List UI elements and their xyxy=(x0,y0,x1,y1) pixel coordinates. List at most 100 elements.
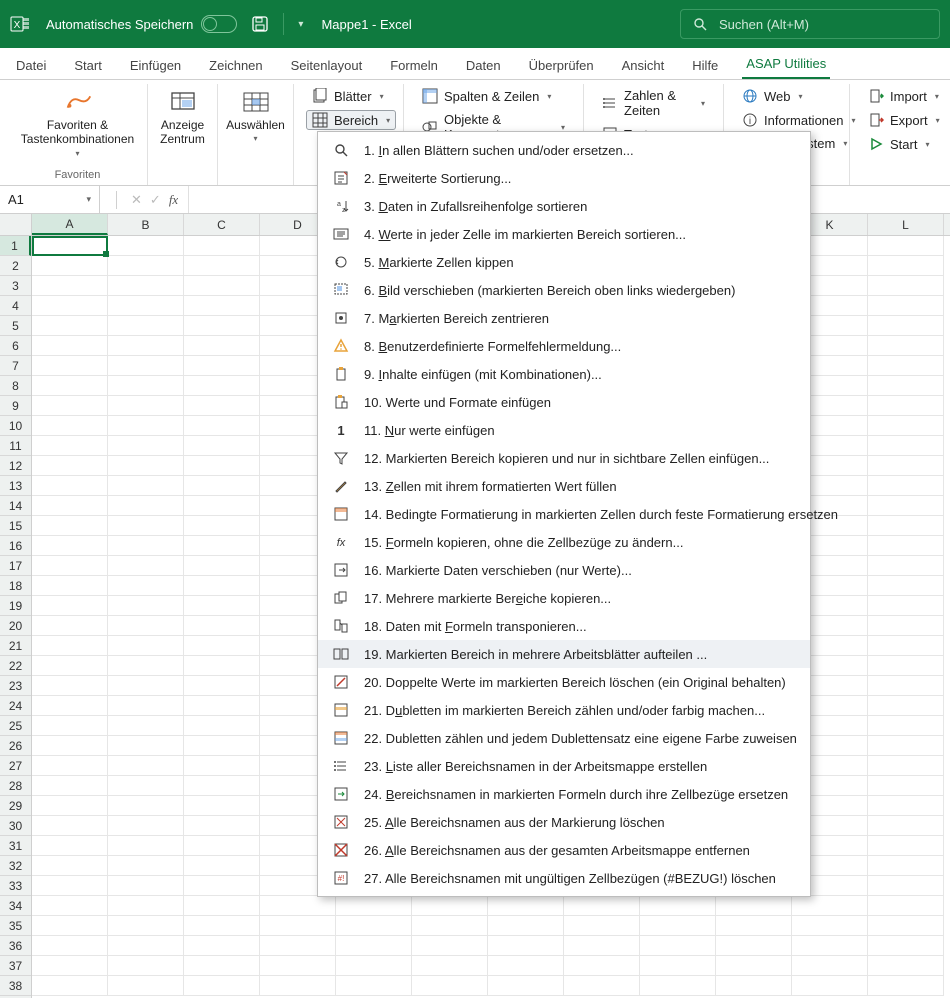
cell[interactable] xyxy=(336,976,412,996)
auswaehlen-button[interactable]: Auswählen ▾ xyxy=(220,86,291,145)
cell[interactable] xyxy=(108,776,184,796)
row-header[interactable]: 21 xyxy=(0,636,31,656)
cell[interactable] xyxy=(488,976,564,996)
row-header[interactable]: 10 xyxy=(0,416,31,436)
cell[interactable] xyxy=(32,656,108,676)
menu-item-21[interactable]: 21. Dubletten im markierten Bereich zähl… xyxy=(318,696,810,724)
cell[interactable] xyxy=(184,936,260,956)
cell[interactable] xyxy=(32,676,108,696)
save-icon[interactable] xyxy=(251,15,269,33)
cell[interactable] xyxy=(32,936,108,956)
cell[interactable] xyxy=(868,976,944,996)
cell[interactable] xyxy=(868,496,944,516)
cell[interactable] xyxy=(184,556,260,576)
cell[interactable] xyxy=(868,256,944,276)
row-header[interactable]: 13 xyxy=(0,476,31,496)
row-header[interactable]: 20 xyxy=(0,616,31,636)
column-header[interactable]: A xyxy=(32,214,108,235)
cell[interactable] xyxy=(412,936,488,956)
cell[interactable] xyxy=(336,896,412,916)
row-header[interactable]: 38 xyxy=(0,976,31,996)
cell[interactable] xyxy=(640,916,716,936)
cell[interactable] xyxy=(32,316,108,336)
menu-item-9[interactable]: 9. Inhalte einfügen (mit Kombinationen).… xyxy=(318,360,810,388)
cell[interactable] xyxy=(184,516,260,536)
row-header[interactable]: 2 xyxy=(0,256,31,276)
search-box[interactable]: Suchen (Alt+M) xyxy=(680,9,940,39)
cell[interactable] xyxy=(564,976,640,996)
cell[interactable] xyxy=(868,576,944,596)
row-header[interactable]: 26 xyxy=(0,736,31,756)
cell[interactable] xyxy=(32,836,108,856)
cell[interactable] xyxy=(868,776,944,796)
tab-ansicht[interactable]: Ansicht xyxy=(618,52,669,79)
autosave-toggle[interactable]: Automatisches Speichern xyxy=(46,15,237,33)
cell[interactable] xyxy=(108,636,184,656)
cell[interactable] xyxy=(868,516,944,536)
cell[interactable] xyxy=(184,796,260,816)
row-header[interactable]: 28 xyxy=(0,776,31,796)
cell[interactable] xyxy=(868,356,944,376)
cell[interactable] xyxy=(184,836,260,856)
cell[interactable] xyxy=(32,436,108,456)
menu-item-24[interactable]: 24. Bereichsnamen in markierten Formeln … xyxy=(318,780,810,808)
menu-item-25[interactable]: 25. Alle Bereichsnamen aus der Markierun… xyxy=(318,808,810,836)
cell[interactable] xyxy=(32,736,108,756)
cell[interactable] xyxy=(32,776,108,796)
cell[interactable] xyxy=(32,636,108,656)
cell[interactable] xyxy=(412,896,488,916)
cell[interactable] xyxy=(868,836,944,856)
cell[interactable] xyxy=(108,736,184,756)
cell[interactable] xyxy=(108,236,184,256)
cell[interactable] xyxy=(184,656,260,676)
cell[interactable] xyxy=(640,976,716,996)
row-header[interactable]: 22 xyxy=(0,656,31,676)
cell[interactable] xyxy=(184,696,260,716)
cell[interactable] xyxy=(868,416,944,436)
cell[interactable] xyxy=(868,876,944,896)
row-header[interactable]: 15 xyxy=(0,516,31,536)
column-header[interactable]: L xyxy=(868,214,944,235)
cell[interactable] xyxy=(32,856,108,876)
cell[interactable] xyxy=(640,896,716,916)
cell[interactable] xyxy=(108,816,184,836)
cell[interactable] xyxy=(868,596,944,616)
cell[interactable] xyxy=(32,296,108,316)
cell[interactable] xyxy=(32,896,108,916)
cell[interactable] xyxy=(108,256,184,276)
cell[interactable] xyxy=(32,456,108,476)
cell[interactable] xyxy=(108,416,184,436)
row-header[interactable]: 34 xyxy=(0,896,31,916)
cell[interactable] xyxy=(108,956,184,976)
cell[interactable] xyxy=(32,396,108,416)
cell[interactable] xyxy=(868,716,944,736)
cell[interactable] xyxy=(868,616,944,636)
cell[interactable] xyxy=(564,956,640,976)
cell[interactable] xyxy=(564,916,640,936)
cell[interactable] xyxy=(184,616,260,636)
cell[interactable] xyxy=(108,356,184,376)
row-header[interactable]: 17 xyxy=(0,556,31,576)
menu-item-4[interactable]: 4. Werte in jeder Zelle im markierten Be… xyxy=(318,220,810,248)
cell[interactable] xyxy=(868,556,944,576)
cell[interactable] xyxy=(32,956,108,976)
menu-item-6[interactable]: 6. Bild verschieben (markierten Bereich … xyxy=(318,276,810,304)
cell[interactable] xyxy=(108,676,184,696)
anzeige-zentrum-button[interactable]: Anzeige Zentrum xyxy=(154,86,211,149)
cell[interactable] xyxy=(108,936,184,956)
cell[interactable] xyxy=(792,956,868,976)
cell[interactable] xyxy=(868,736,944,756)
cell[interactable] xyxy=(108,916,184,936)
cell[interactable] xyxy=(184,436,260,456)
tab-start[interactable]: Start xyxy=(70,52,105,79)
row-header[interactable]: 9 xyxy=(0,396,31,416)
cell[interactable] xyxy=(184,736,260,756)
export-button[interactable]: Export▾ xyxy=(862,110,946,130)
menu-item-22[interactable]: 22. Dubletten zählen und jedem Dubletten… xyxy=(318,724,810,752)
cell[interactable] xyxy=(868,896,944,916)
cell[interactable] xyxy=(184,676,260,696)
menu-item-23[interactable]: 23. Liste aller Bereichsnamen in der Arb… xyxy=(318,752,810,780)
cell[interactable] xyxy=(184,776,260,796)
cell[interactable] xyxy=(32,476,108,496)
cell[interactable] xyxy=(868,916,944,936)
